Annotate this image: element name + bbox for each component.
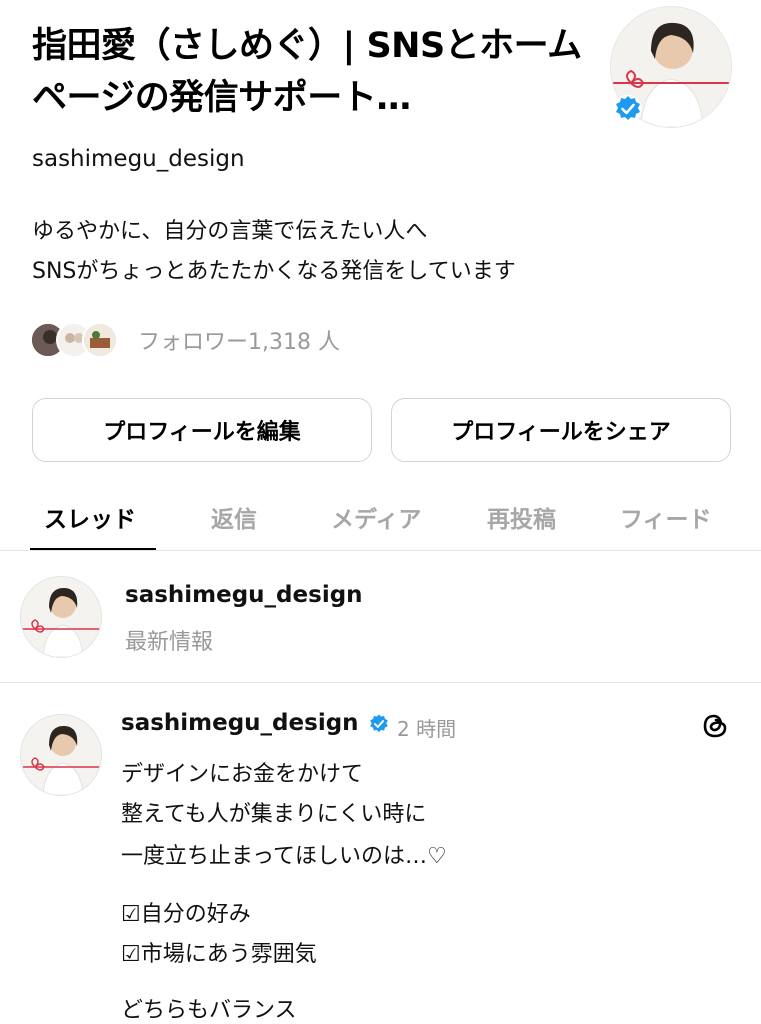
tab-media[interactable]: メディア	[331, 500, 421, 534]
edit-profile-button[interactable]: プロフィールを編集	[32, 398, 372, 462]
follower-avatar[interactable]	[82, 322, 118, 358]
profile-display-name: 指田愛（さしめぐ）| SNSとホームページの発信サポート…	[32, 26, 582, 118]
post-username[interactable]: sashimegu_design	[121, 710, 359, 736]
bio-line-1: ゆるやかに、自分の言葉で伝えたい人へ	[32, 219, 428, 244]
latest-avatar[interactable]	[20, 576, 102, 658]
tab-feed[interactable]: フィード	[620, 500, 712, 534]
followers-count[interactable]: フォロワー1,318 人	[138, 324, 340, 356]
latest-divider	[0, 682, 761, 683]
latest-avatar-image	[21, 577, 101, 657]
post-text-line: ☑市場にあう雰囲気	[121, 942, 317, 967]
verified-badge-icon	[614, 95, 642, 123]
verified-badge-icon	[370, 714, 388, 733]
post-text-line: ☑自分の好み	[121, 902, 251, 927]
profile-bio: ゆるやかに、自分の言葉で伝えたい人へ SNSがちょっとあたたかくなる発信をしてい…	[32, 212, 516, 292]
follower-avatar-image	[84, 324, 116, 356]
post-time: 2 時間	[397, 717, 457, 741]
post-text-line: デザインにお金をかけて	[121, 762, 364, 787]
latest-username[interactable]: sashimegu_design	[125, 582, 363, 608]
tab-reposts[interactable]: 再投稿	[487, 500, 556, 534]
post-text-line: どちらもバランス	[121, 998, 297, 1023]
tab-threads[interactable]: スレッド	[44, 500, 136, 534]
threads-logo-icon[interactable]	[700, 711, 730, 741]
bio-line-2: SNSがちょっとあたたかくなる発信をしています	[32, 259, 516, 284]
tabs-divider	[0, 550, 761, 551]
post-avatar-image	[21, 715, 101, 795]
post-text-line: 一度立ち止まってほしいのは…♡	[121, 844, 447, 869]
post-text-line: 整えても人が集まりにくい時に	[121, 802, 427, 827]
post-avatar[interactable]	[20, 714, 102, 796]
latest-subtitle: 最新情報	[125, 630, 214, 655]
tab-replies[interactable]: 返信	[211, 500, 257, 534]
profile-handle: sashimegu_design	[32, 146, 245, 172]
share-profile-button[interactable]: プロフィールをシェア	[391, 398, 731, 462]
